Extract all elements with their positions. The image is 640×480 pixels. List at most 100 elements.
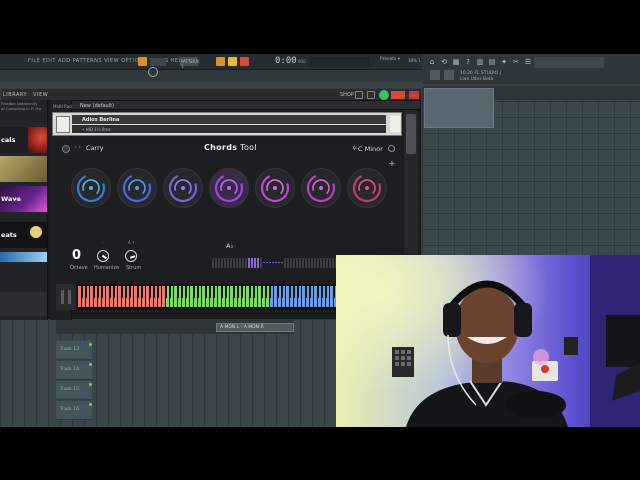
channel-rack-icon[interactable]: ▤ <box>488 58 496 67</box>
black-key[interactable] <box>248 286 251 298</box>
shop-button[interactable]: SHOP <box>340 92 354 98</box>
track-lanes[interactable] <box>0 320 336 427</box>
tuning-knob-icon[interactable] <box>379 90 389 100</box>
chord-pad-3[interactable] <box>163 168 203 208</box>
black-key[interactable] <box>320 286 323 298</box>
panic-icon[interactable] <box>409 91 419 99</box>
multi-name[interactable]: New (default) <box>80 103 114 109</box>
octave-value[interactable]: 0 <box>72 248 81 263</box>
black-key[interactable] <box>120 286 123 298</box>
track-13-led[interactable] <box>89 343 92 346</box>
black-key[interactable] <box>128 286 131 298</box>
black-key[interactable] <box>232 286 235 298</box>
preset-nav-arrows[interactable]: ‹ › <box>74 144 81 151</box>
black-key[interactable] <box>84 286 87 298</box>
settings-icon[interactable]: ☰ <box>524 58 532 67</box>
preset-save-icon[interactable] <box>62 145 70 153</box>
library-tile-beats[interactable]: eats <box>0 222 47 248</box>
pitch-mod-wheels[interactable] <box>56 284 76 310</box>
black-key[interactable] <box>168 286 171 298</box>
track-15-label[interactable]: Track 15 <box>56 381 92 400</box>
piano-roll-icon[interactable]: ▥ <box>476 58 484 67</box>
tool-orange-icon[interactable] <box>216 57 225 66</box>
chord-pad-7[interactable] <box>347 168 387 208</box>
black-key[interactable] <box>108 286 111 298</box>
add-icon[interactable]: ✚ <box>389 160 395 168</box>
library-tile-2[interactable] <box>0 156 47 182</box>
black-key[interactable] <box>184 286 187 298</box>
black-key[interactable] <box>140 286 143 298</box>
track-14-led[interactable] <box>89 363 92 366</box>
black-key[interactable] <box>176 286 179 298</box>
black-key[interactable] <box>96 286 99 298</box>
scrollbar-thumb[interactable] <box>406 114 416 154</box>
black-key[interactable] <box>252 286 255 298</box>
playlist-clip[interactable] <box>424 88 494 128</box>
settings-gear-icon[interactable] <box>388 145 395 152</box>
key-selector[interactable]: C Minor <box>358 145 383 153</box>
black-key[interactable] <box>264 286 267 298</box>
instrument-close-area[interactable] <box>390 116 400 132</box>
library-tile-wave[interactable]: Wave <box>0 186 47 212</box>
black-key[interactable] <box>332 286 335 298</box>
black-key[interactable] <box>124 286 127 298</box>
kontakt-tabs[interactable]: LIBRARY VIEW <box>3 92 48 98</box>
track-15-led[interactable] <box>89 383 92 386</box>
black-key[interactable] <box>288 286 291 298</box>
instrument-thumbnail[interactable] <box>56 116 70 133</box>
mixer-icon[interactable]: ▦ <box>452 58 460 67</box>
black-key[interactable] <box>304 286 307 298</box>
black-key[interactable] <box>164 286 167 298</box>
chord-pad-4[interactable] <box>209 168 249 208</box>
black-key[interactable] <box>136 286 139 298</box>
play-controls[interactable] <box>150 58 166 66</box>
black-key[interactable] <box>180 286 183 298</box>
track-13-label[interactable]: Track 13 <box>56 341 92 360</box>
black-key[interactable] <box>192 286 195 298</box>
mod-wheel[interactable] <box>68 290 71 304</box>
track-16-led[interactable] <box>89 403 92 406</box>
pattern-box[interactable] <box>534 57 604 68</box>
loop-icon[interactable] <box>444 70 454 80</box>
black-key[interactable] <box>224 286 227 298</box>
black-key[interactable] <box>204 286 207 298</box>
strum-knob[interactable] <box>125 250 137 262</box>
snap-icon[interactable] <box>430 70 440 80</box>
black-key[interactable] <box>196 286 199 298</box>
black-key[interactable] <box>212 286 215 298</box>
black-key[interactable] <box>296 286 299 298</box>
help-icon[interactable]: ? <box>464 58 472 67</box>
black-key[interactable] <box>236 286 239 298</box>
presets-label[interactable]: Presets ▾ <box>380 57 400 62</box>
channel-output-select[interactable]: A MON L - A MON R <box>216 323 294 332</box>
tool-red-icon[interactable] <box>240 57 249 66</box>
library-tile-5[interactable] <box>0 252 47 262</box>
black-key[interactable] <box>80 286 83 298</box>
black-key[interactable] <box>292 286 295 298</box>
chord-pad-6[interactable] <box>301 168 341 208</box>
black-key[interactable] <box>156 286 159 298</box>
black-key[interactable] <box>100 286 103 298</box>
preset-name[interactable]: Carry <box>86 144 104 152</box>
black-key[interactable] <box>324 286 327 298</box>
record-button[interactable] <box>138 57 147 66</box>
black-key[interactable] <box>280 286 283 298</box>
pattern-selector[interactable]: PATTERN 1 <box>180 57 199 69</box>
chord-pad-5[interactable] <box>255 168 295 208</box>
black-key[interactable] <box>112 286 115 298</box>
black-key[interactable] <box>220 286 223 298</box>
humanize-knob[interactable] <box>97 250 109 262</box>
layout-icon[interactable] <box>355 91 363 99</box>
undo-icon[interactable]: ⟲ <box>440 58 448 67</box>
browser-icon[interactable]: ⌂ <box>428 58 436 67</box>
black-key[interactable] <box>316 286 319 298</box>
chord-pad-1[interactable] <box>71 168 111 208</box>
plugin-icon[interactable]: ✦ <box>500 58 508 67</box>
black-key[interactable] <box>240 286 243 298</box>
black-key[interactable] <box>268 286 271 298</box>
pitch-wheel[interactable] <box>61 290 64 304</box>
track-16-label[interactable]: Track 16 <box>56 401 92 420</box>
track-14-label[interactable]: Track 14 <box>56 361 92 380</box>
black-key[interactable] <box>152 286 155 298</box>
master-icon[interactable] <box>367 91 375 99</box>
